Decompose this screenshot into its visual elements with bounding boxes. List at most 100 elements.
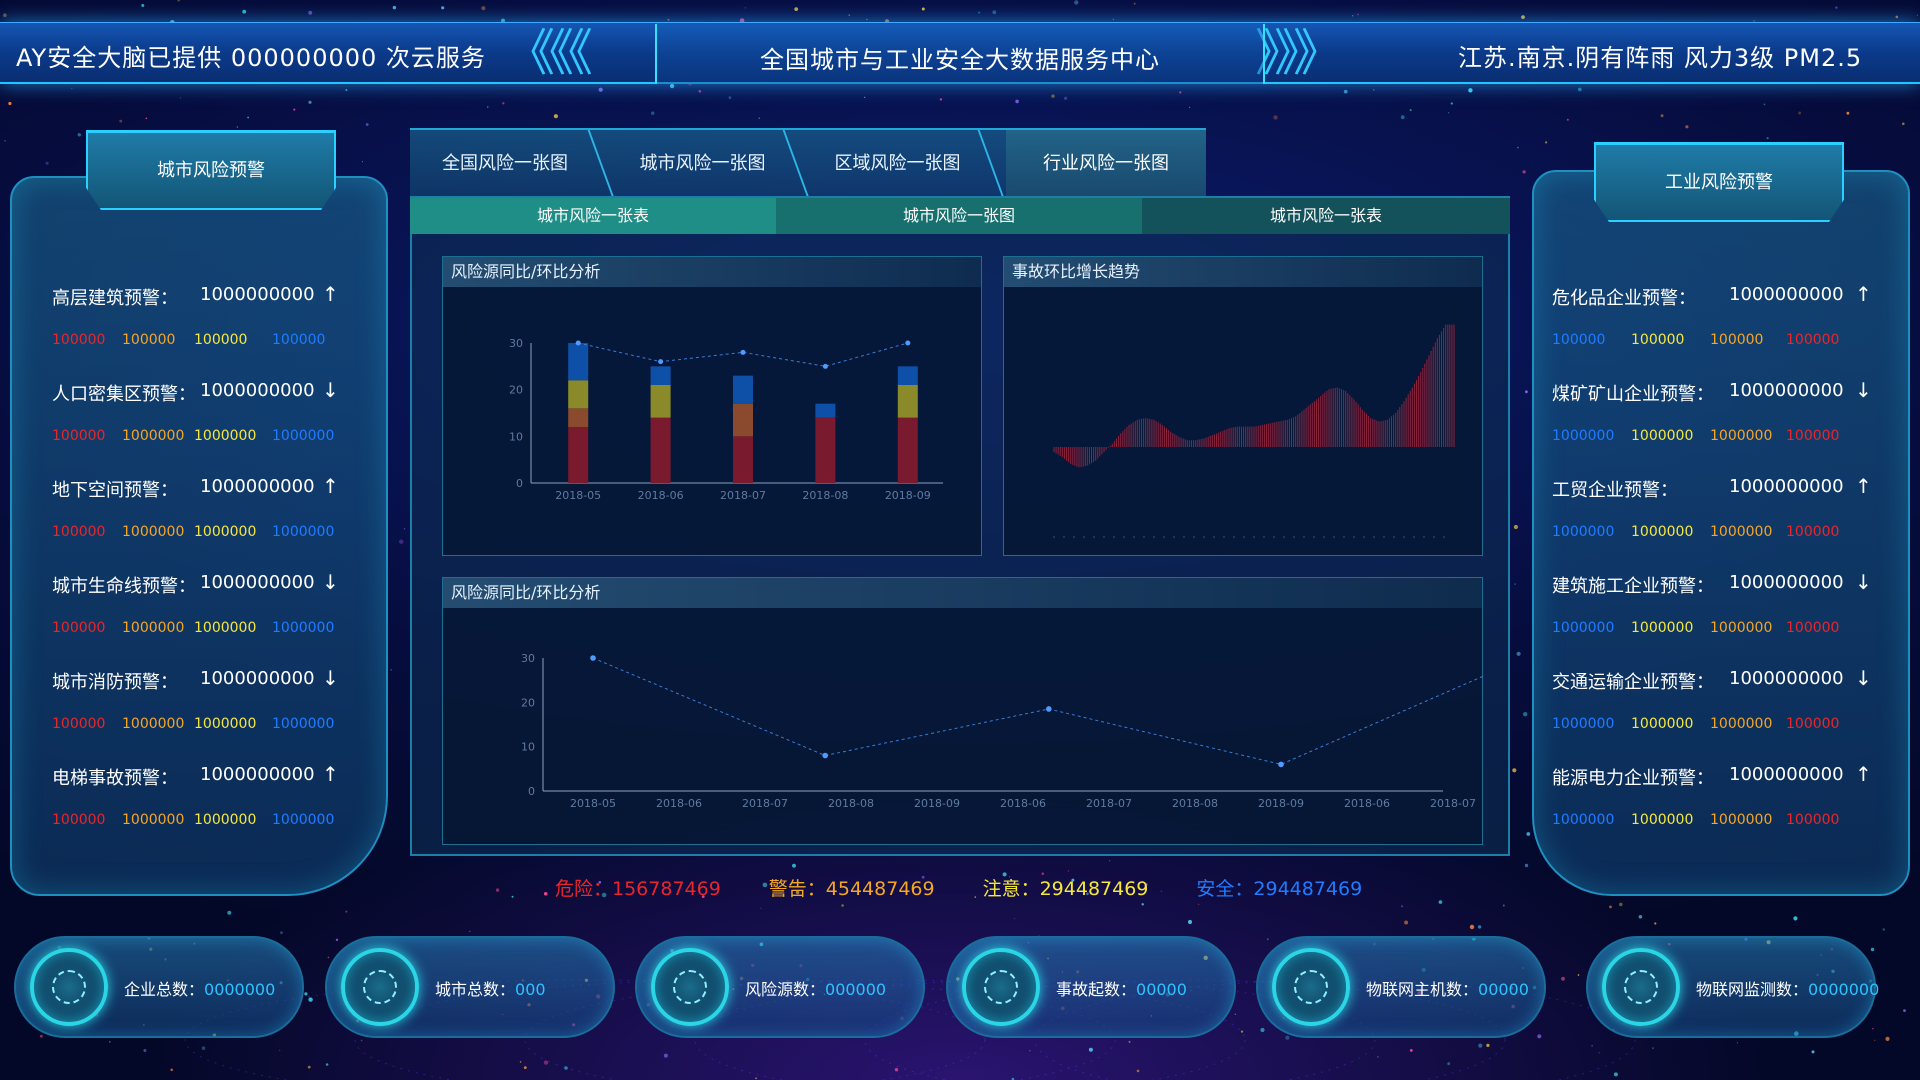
axis-dot (1343, 536, 1345, 538)
radar-icon (651, 948, 729, 1026)
risk-item-value: 1000000000 (200, 284, 315, 305)
risk-sub-value: 1000000 (1710, 812, 1773, 828)
radar-icon (1602, 948, 1680, 1026)
risk-item-label: 城市生命线预警： (52, 576, 196, 597)
particle-dot (1561, 976, 1565, 981)
axis-dot (1263, 536, 1265, 538)
stat-card-label: 物联网主机数： (1366, 980, 1479, 999)
tab-city-risk[interactable]: 城市风险一张图 (610, 130, 795, 198)
bar-segment (568, 427, 589, 483)
particle-dot (242, 9, 247, 14)
particle-dot (1591, 1044, 1593, 1047)
particle-dot (399, 539, 404, 544)
axis-dot (1393, 536, 1395, 538)
axis-dot (1303, 536, 1305, 538)
particle-dot (1516, 651, 1521, 656)
particle-dot (143, 1049, 147, 1052)
risk-sub-value: 1000000 (1552, 428, 1615, 444)
line-point (822, 752, 828, 759)
risk-item-label: 工贸企业预警： (1552, 480, 1678, 501)
axis-dot (1223, 536, 1225, 538)
tab-industry-risk[interactable]: 行业风险一张图 (1006, 130, 1206, 198)
particle-dot (1523, 712, 1528, 717)
particle-dot (543, 892, 548, 896)
y-tick-label: 30 (521, 652, 535, 665)
particle-dot (894, 1068, 899, 1072)
particle-dot (1609, 905, 1612, 909)
risk-sub-value: 100000 (1786, 620, 1840, 636)
particle-dot (939, 98, 943, 101)
stat-card[interactable]: 风险源数：000000 (635, 936, 925, 1038)
stat-card[interactable]: 物联网监测数：0000000 (1586, 936, 1879, 1038)
particle-dot (279, 1049, 281, 1051)
risk-sub-value: 100000 (1552, 332, 1606, 348)
axis-dot (1173, 536, 1175, 538)
stat-item: 注意：294487469 (982, 878, 1149, 900)
particle-dot (325, 1063, 329, 1066)
stat-card[interactable]: 物联网主机数：00000 (1256, 936, 1546, 1038)
risk-sub-value: 1000000 (1710, 620, 1773, 636)
stat-card[interactable]: 事故起数：00000 (946, 936, 1236, 1038)
axis-dot (1353, 536, 1355, 538)
particle-dot (141, 4, 145, 7)
subtab-city-risk-map[interactable]: 城市风险一张图 (776, 198, 1142, 234)
particle-dot (1187, 919, 1193, 925)
particle-dot (1141, 903, 1144, 906)
stat-card[interactable]: 企业总数：0000000 (14, 936, 304, 1038)
axis-dot (1333, 536, 1335, 538)
bar-segment (568, 343, 589, 381)
sub-tab-bar: 城市风险一张表 城市风险一张图 城市风险一张表 (410, 198, 1510, 234)
risk-item-label: 交通运输企业预警： (1552, 672, 1714, 693)
risk-sub-value: 1000000 (1552, 524, 1615, 540)
risk-item-label: 人口密集区预警： (52, 384, 196, 405)
particle-dot (308, 10, 313, 15)
particle-dot (1067, 870, 1070, 872)
particle-dot (304, 992, 308, 996)
axis-dot (1273, 536, 1275, 538)
particle-dot (1524, 863, 1529, 868)
risk-item-value: 1000000000 (1729, 284, 1844, 305)
particle-dot (1685, 125, 1689, 129)
risk-item-label: 高层建筑预警： (52, 288, 178, 309)
stat-card-value: 000 (515, 980, 546, 999)
stat-card[interactable]: 城市总数：000 (325, 936, 615, 1038)
particle-dot (487, 106, 489, 108)
risk-item-label: 城市消防预警： (52, 672, 178, 693)
radar-inner (52, 970, 86, 1004)
risk-sub-value: 1000000 (122, 524, 185, 540)
particle-dot (1513, 524, 1518, 530)
risk-item-value: 1000000000 (200, 572, 315, 593)
subtab-city-risk-table-2[interactable]: 城市风险一张表 (1142, 198, 1510, 234)
particle-dot (1874, 1039, 1876, 1041)
tab-region-risk[interactable]: 区域风险一张图 (805, 130, 990, 198)
particle-dot (403, 528, 406, 530)
particle-dot (1566, 118, 1569, 121)
arrow-down-icon: ↓ (1855, 570, 1872, 594)
particle-dot (1343, 89, 1348, 94)
particle-dot (360, 1039, 363, 1042)
tab-national-risk[interactable]: 全国风险一张图 (410, 130, 600, 198)
axis-dot (1123, 536, 1125, 538)
x-tick-label: 2018-08 (1172, 797, 1218, 810)
risk-stats: 危险：156787469 警告：454487469 注意：294487469 安全：2… (555, 874, 1410, 901)
risk-sub-value: 1000000 (1631, 524, 1694, 540)
subtab-city-risk-table[interactable]: 城市风险一张表 (410, 198, 776, 234)
weather-text: 江苏.南京.阴有阵雨 风力3级 PM2.5 (1458, 44, 1863, 72)
particle-dot (1352, 15, 1354, 17)
axis-dot (1323, 536, 1325, 538)
risk-item-value: 1000000000 (1729, 572, 1844, 593)
risk-sub-value: 100000 (1786, 812, 1840, 828)
risk-sub-value: 1000000 (1710, 524, 1773, 540)
stat-card-value: 00000 (1136, 980, 1187, 999)
particle-dot (543, 1060, 549, 1065)
line-chart: 0 10 20 30 2018-05 2018-06 2018-07 2018-08 2018-… (521, 652, 1484, 810)
particle-dot (1598, 1051, 1601, 1054)
particle-dot (758, 117, 760, 119)
axis-dot (1083, 536, 1085, 538)
particle-dot (1811, 1050, 1815, 1054)
arrow-down-icon: ↓ (322, 570, 339, 594)
radar-inner (363, 970, 397, 1004)
risk-item-value: 1000000000 (1729, 764, 1844, 785)
y-tick-label: 0 (516, 477, 523, 490)
particle-dot (1234, 1013, 1237, 1015)
